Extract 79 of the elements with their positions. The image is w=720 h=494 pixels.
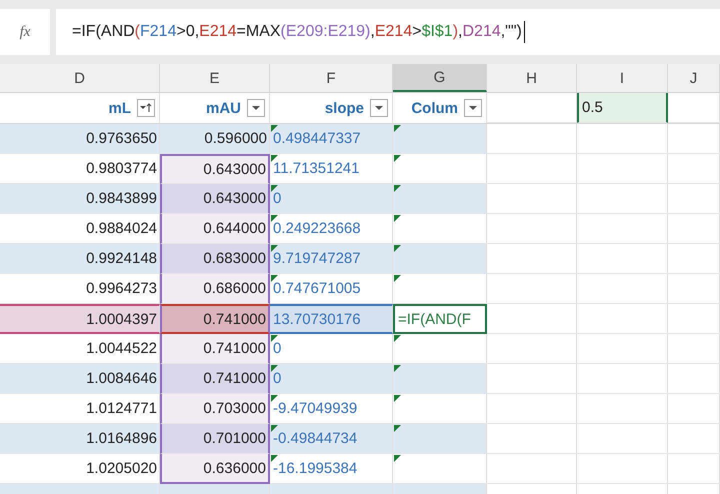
caret-icon	[468, 104, 478, 112]
table-header-label: Colum	[411, 100, 458, 116]
table-cell: 0.498447337	[273, 130, 361, 147]
error-indicator-icon	[271, 185, 278, 192]
table-cell: 0.9924148	[86, 250, 157, 267]
table-cell: 0.9803774	[86, 160, 157, 177]
table-cell: 0.643000	[203, 161, 266, 178]
error-indicator-icon	[394, 125, 401, 132]
error-indicator-icon	[394, 425, 401, 432]
table-cell: -16.1995384	[273, 460, 358, 477]
insert-function-button[interactable]: fx	[0, 9, 50, 55]
table-cell: 1.0164896	[86, 430, 157, 447]
empty-cell	[668, 274, 720, 304]
table-cell: 0.596000	[204, 130, 267, 147]
cell-value: 0.5	[582, 99, 603, 116]
error-indicator-icon	[271, 365, 278, 372]
table-cell: 1.0084646	[86, 370, 157, 387]
table-header-label: mL	[108, 100, 131, 116]
sort-filter-button[interactable]	[137, 99, 155, 117]
table-cell: -0.49844734	[273, 430, 358, 447]
error-indicator-icon	[271, 245, 278, 252]
empty-cell	[668, 454, 720, 484]
table-cell: 11.71351241	[273, 160, 360, 177]
table-cell: 0.741000	[203, 310, 266, 328]
table-header-label: slope	[324, 100, 364, 116]
filter-button[interactable]	[464, 99, 482, 117]
table-cell: 0.683000	[203, 250, 266, 267]
caret-icon	[374, 104, 384, 112]
table-cell: 1.0044522	[86, 340, 157, 357]
table-cell: 0	[273, 190, 282, 207]
table-cell: 13.70730176	[273, 310, 361, 328]
error-indicator-icon	[394, 185, 401, 192]
column-header[interactable]: J	[668, 64, 720, 92]
empty-cell	[668, 424, 720, 454]
column-header[interactable]: D	[0, 64, 160, 92]
table-cell: 0	[273, 340, 282, 357]
error-indicator-icon	[394, 365, 401, 372]
empty-cell	[668, 364, 720, 394]
empty-cell	[668, 394, 720, 424]
table-cell: =IF(AND(F	[398, 310, 471, 328]
table-cell: 0.9884024	[86, 220, 157, 237]
table-cell: 0.701000	[203, 430, 266, 447]
table-cell: 0.9763650	[86, 130, 157, 147]
column-header[interactable]: G	[393, 64, 487, 92]
table-cell: 0	[273, 370, 282, 387]
filter-button[interactable]	[247, 99, 265, 117]
empty-cell	[668, 334, 720, 364]
table-cell: 0.9964273	[86, 280, 157, 297]
table-cell: 0.747671005	[273, 280, 361, 297]
table-cell: 0.741000	[203, 340, 266, 357]
empty-cell	[668, 154, 720, 184]
table-cell: 0.643000	[203, 190, 266, 207]
table-cell: 0.249223668	[273, 220, 361, 237]
error-indicator-icon	[394, 245, 401, 252]
empty-cell	[668, 214, 720, 244]
table-cell: 9.719747287	[273, 250, 361, 267]
filter-button[interactable]	[370, 99, 388, 117]
caret-icon	[251, 104, 261, 112]
table-cell: 0.644000	[203, 220, 266, 237]
empty-cell	[668, 244, 720, 274]
formula-field[interactable]: =IF(AND(F214>0,E214=MAX(E209:E219),E214>$I$1),D214,"")	[56, 9, 720, 55]
table-cell: 0.636000	[203, 460, 266, 476]
empty-cell	[668, 304, 720, 334]
table-cell: 0.686000	[203, 280, 266, 297]
table-cell: 1.0124771	[86, 400, 157, 417]
sort-icon	[139, 102, 153, 114]
column-header[interactable]: H	[487, 64, 577, 92]
table-cell: 0.9843899	[86, 190, 157, 207]
table-cell: 0.741000	[203, 370, 266, 387]
table-cell: 0.703000	[203, 400, 266, 417]
error-indicator-icon	[271, 125, 278, 132]
table-header-label: mAU	[206, 100, 241, 116]
empty-cell	[668, 184, 720, 214]
table-cell: 1.0205020	[86, 460, 157, 477]
table-cell: -9.47049939	[273, 400, 358, 417]
table-cell: 1.0004397	[86, 310, 157, 328]
column-header[interactable]: E	[160, 64, 270, 92]
column-header[interactable]: I	[577, 64, 668, 92]
error-indicator-icon	[271, 425, 278, 432]
